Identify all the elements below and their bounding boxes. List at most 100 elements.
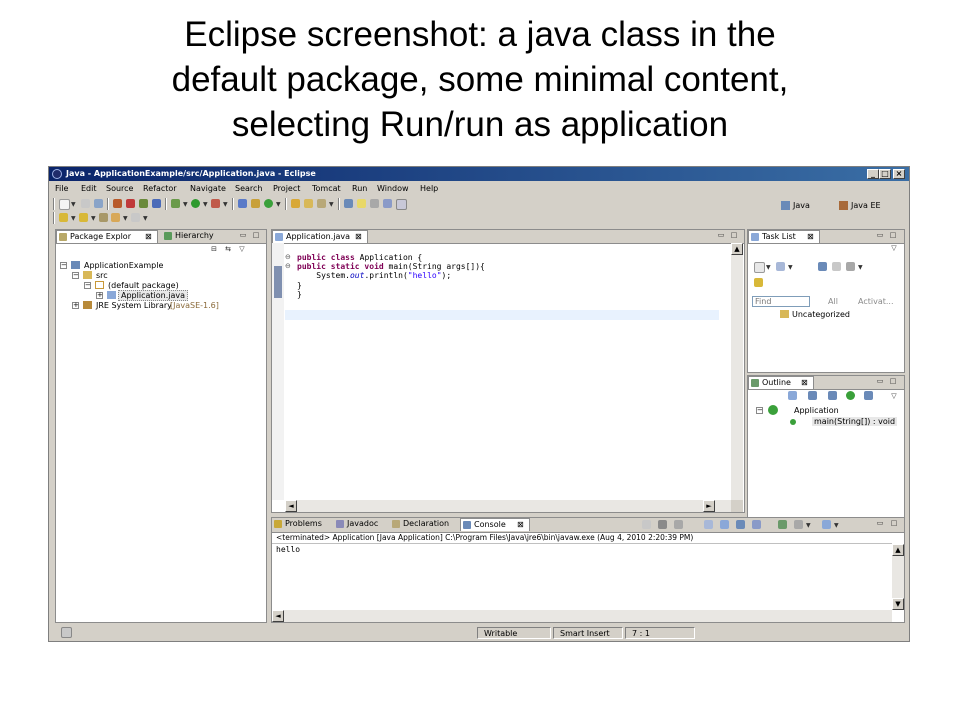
minimize-view-button[interactable]: ▭: [239, 232, 247, 239]
console-horizontal-scrollbar[interactable]: ◄: [272, 610, 892, 622]
new-class-icon[interactable]: [264, 199, 273, 208]
collapse-toggle-icon[interactable]: −: [756, 407, 763, 414]
close-tab-icon[interactable]: ⊠: [517, 519, 524, 531]
maximize-view-button[interactable]: □: [252, 232, 260, 239]
remove-all-terminated-icon[interactable]: [674, 520, 683, 529]
maximize-view-button[interactable]: □: [890, 520, 898, 527]
window-titlebar[interactable]: Java - ApplicationExample/src/Applicatio…: [49, 167, 909, 181]
jsp-icon[interactable]: [139, 199, 148, 208]
show-on-error-icon[interactable]: [752, 520, 761, 529]
maximize-window-button[interactable]: □: [879, 169, 891, 179]
minimize-view-button[interactable]: ▭: [876, 378, 884, 385]
hide-non-public-icon[interactable]: [846, 391, 855, 400]
collapse-toggle-icon[interactable]: −: [72, 272, 79, 279]
pin-console-icon[interactable]: [778, 520, 787, 529]
minimize-editor-button[interactable]: ▭: [717, 232, 725, 239]
activate-task-icon[interactable]: [754, 278, 763, 287]
synchronize-icon[interactable]: [846, 262, 855, 271]
tab-declaration[interactable]: Declaration: [390, 518, 458, 531]
new-class-dropdown-icon[interactable]: ▼: [276, 202, 281, 208]
hide-local-types-icon[interactable]: [864, 391, 873, 400]
menu-search[interactable]: Search: [235, 184, 262, 193]
maximize-view-button[interactable]: □: [889, 378, 897, 385]
search-icon[interactable]: [317, 199, 326, 208]
menu-source[interactable]: Source: [106, 184, 133, 193]
back-dropdown-icon[interactable]: ▼: [123, 216, 128, 222]
tab-package-explorer[interactable]: Package Explor ⊠: [56, 230, 158, 243]
scroll-up-icon[interactable]: ▲: [892, 544, 904, 556]
paragraph-icon[interactable]: [396, 199, 407, 210]
new-package-icon[interactable]: [251, 199, 260, 208]
open-console-dropdown-icon[interactable]: ▼: [834, 523, 839, 529]
activate-link[interactable]: Activat...: [858, 297, 894, 306]
collapse-all-icon[interactable]: ⊟: [210, 246, 218, 253]
scroll-left-icon[interactable]: ◄: [272, 610, 284, 622]
forward-icon[interactable]: [131, 213, 140, 222]
run-dropdown-icon[interactable]: ▼: [203, 202, 208, 208]
forward-dropdown-icon[interactable]: ▼: [143, 216, 148, 222]
menu-run[interactable]: Run: [352, 184, 367, 193]
new-java-project-icon[interactable]: [238, 199, 247, 208]
view-menu-icon[interactable]: ▽: [890, 393, 898, 400]
servlet-icon[interactable]: [126, 199, 135, 208]
tab-task-list[interactable]: Task List ⊠: [748, 230, 820, 243]
categorize-icon[interactable]: [776, 262, 785, 271]
close-tab-icon[interactable]: ⊠: [145, 231, 152, 243]
web-service-icon[interactable]: [113, 199, 122, 208]
scroll-right-icon[interactable]: ►: [703, 500, 715, 512]
next-annotation-dropdown-icon[interactable]: ▼: [71, 216, 76, 222]
minimize-window-button[interactable]: _: [867, 169, 879, 179]
display-console-icon[interactable]: [794, 520, 803, 529]
view-menu-icon[interactable]: ▽: [890, 245, 898, 252]
save-icon[interactable]: [81, 199, 90, 208]
menu-window[interactable]: Window: [377, 184, 409, 193]
new-task-dropdown-icon[interactable]: ▼: [766, 265, 771, 271]
minimize-view-button[interactable]: ▭: [876, 232, 884, 239]
close-tab-icon[interactable]: ⊠: [807, 231, 814, 243]
open-type-icon[interactable]: [291, 199, 300, 208]
server-icon[interactable]: [152, 199, 161, 208]
menu-edit[interactable]: Edit: [81, 184, 97, 193]
tab-hierarchy[interactable]: Hierarchy: [162, 230, 232, 243]
view-menu-icon[interactable]: ▽: [238, 246, 246, 253]
editor-vertical-scrollbar[interactable]: ▲: [731, 243, 743, 501]
menu-file[interactable]: File: [55, 184, 68, 193]
toggle-ant-icon[interactable]: [344, 199, 353, 208]
maximize-editor-button[interactable]: □: [730, 232, 738, 239]
close-tab-icon[interactable]: ⊠: [355, 231, 362, 243]
print-icon[interactable]: [94, 199, 103, 208]
show-on-output-icon[interactable]: [736, 520, 745, 529]
collapse-toggle-icon[interactable]: −: [84, 282, 91, 289]
hide-static-icon[interactable]: [828, 391, 837, 400]
perspective-java-ee[interactable]: Java EE: [839, 199, 899, 213]
toggle-mark-occurrences-icon[interactable]: [357, 199, 366, 208]
new-task-icon[interactable]: [754, 262, 765, 273]
scroll-lock-icon[interactable]: [720, 520, 729, 529]
tab-outline[interactable]: Outline ⊠: [748, 376, 814, 389]
perspective-java[interactable]: Java: [781, 199, 833, 213]
debug-icon[interactable]: [171, 199, 180, 208]
fold-collapse-icon[interactable]: ⊖: [285, 262, 291, 270]
link-with-editor-icon[interactable]: ⇆: [224, 246, 232, 253]
debug-dropdown-icon[interactable]: ▼: [183, 202, 188, 208]
run-icon[interactable]: [191, 199, 200, 208]
display-console-dropdown-icon[interactable]: ▼: [806, 523, 811, 529]
minimize-view-button[interactable]: ▭: [876, 520, 884, 527]
hide-completed-icon[interactable]: [818, 262, 827, 271]
fast-view-icon[interactable]: [61, 627, 72, 638]
last-edit-location-icon[interactable]: [99, 213, 108, 222]
tab-console[interactable]: Console ⊠: [460, 518, 530, 531]
console-vertical-scrollbar[interactable]: ▲ ▼: [892, 544, 904, 610]
expand-toggle-icon[interactable]: +: [96, 292, 103, 299]
tab-application-java[interactable]: Application.java ⊠: [272, 230, 368, 243]
scroll-up-icon[interactable]: ▲: [731, 243, 743, 255]
find-input[interactable]: Find: [752, 296, 810, 307]
menu-refactor[interactable]: Refactor: [143, 184, 177, 193]
fold-collapse-icon[interactable]: ⊖: [285, 253, 291, 261]
scroll-left-icon[interactable]: ◄: [285, 500, 297, 512]
menu-tomcat[interactable]: Tomcat: [312, 184, 341, 193]
expand-toggle-icon[interactable]: +: [72, 302, 79, 309]
tab-problems[interactable]: Problems: [272, 518, 332, 531]
sort-icon[interactable]: [788, 391, 797, 400]
next-annotation-icon[interactable]: [59, 213, 68, 222]
